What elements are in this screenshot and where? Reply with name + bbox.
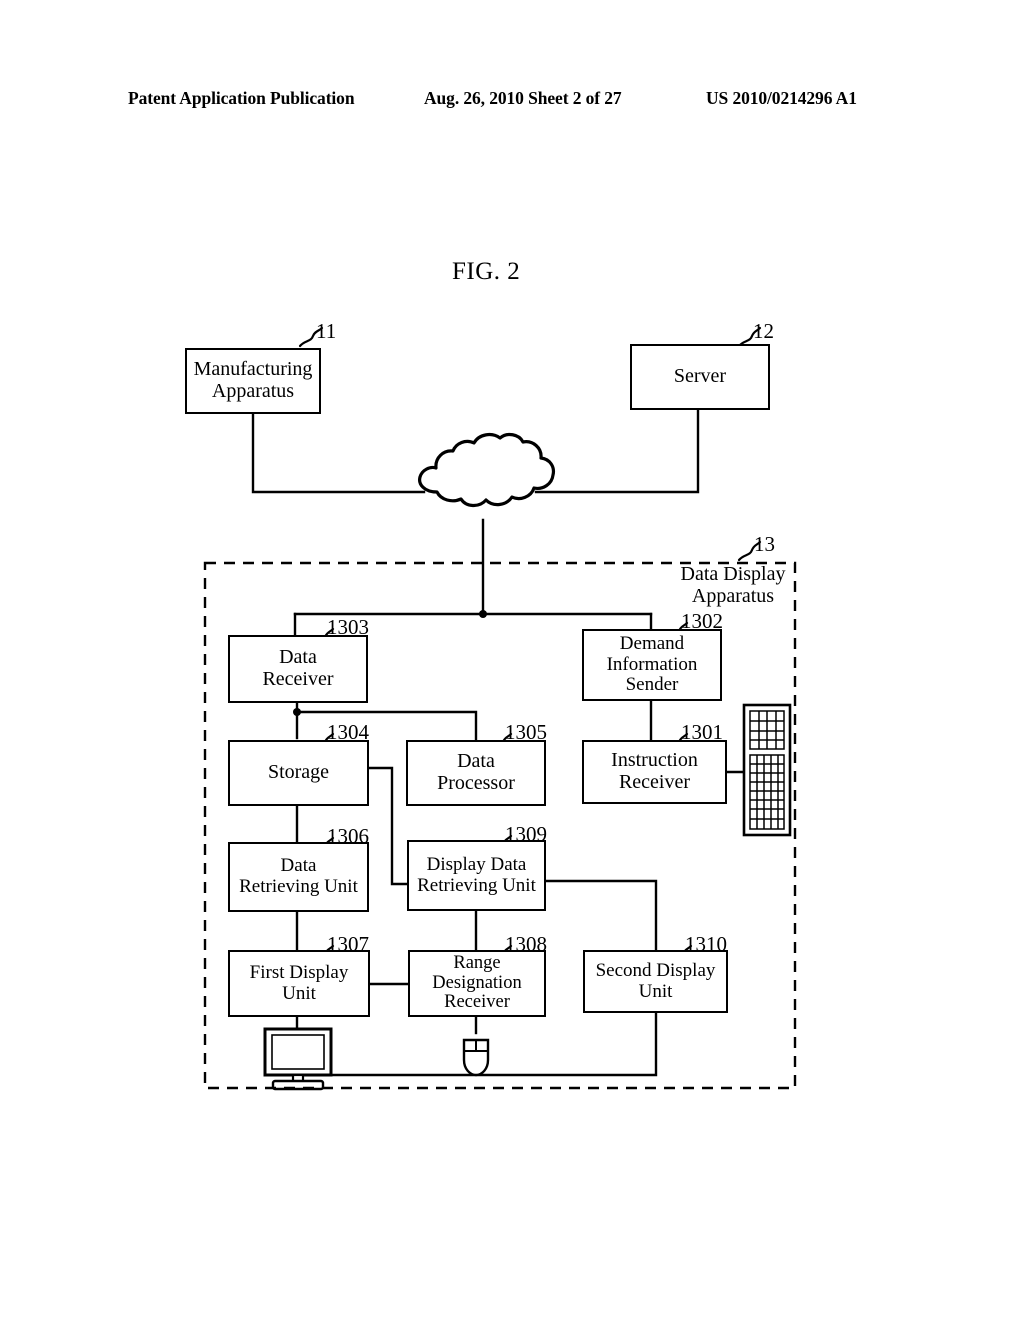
node-demand-information-sender-label: Demand Information Sender: [606, 633, 698, 696]
node-storage-label: Storage: [267, 761, 330, 784]
node-instruction-receiver[interactable]: Instruction Receiver: [582, 740, 727, 804]
ref-numeral-11: 11: [316, 319, 337, 343]
node-data-retrieving-unit-label: Data Retrieving Unit: [239, 855, 358, 897]
data-display-apparatus-label: Data Display Apparatus: [680, 563, 786, 608]
node-second-display-unit-label: Second Display Unit: [595, 959, 716, 1002]
node-display-data-retrieving-unit-label: Display Data Retrieving Unit: [417, 853, 536, 896]
node-data-processor-label: Data Processor: [437, 750, 515, 794]
patent-figure-page: Patent Application Publication Aug. 26, …: [0, 0, 1024, 1320]
ref-numeral-12: 12: [753, 319, 774, 343]
node-server[interactable]: Server: [630, 344, 770, 410]
node-manufacturing-apparatus-label: Manufacturing Apparatus: [193, 358, 313, 402]
diagram-linework: [203, 326, 797, 1091]
node-instruction-receiver-label: Instruction Receiver: [611, 749, 698, 793]
node-first-display-unit-label: First Display Unit: [249, 961, 349, 1004]
keyboard-icon: [742, 703, 792, 837]
node-second-display-unit[interactable]: Second Display Unit: [583, 950, 728, 1013]
node-demand-information-sender[interactable]: Demand Information Sender: [582, 629, 722, 701]
node-data-processor[interactable]: Data Processor: [406, 740, 546, 806]
node-storage[interactable]: Storage: [228, 740, 369, 806]
mouse-icon: [462, 1038, 490, 1077]
cloud-icon: [418, 432, 556, 508]
node-manufacturing-apparatus[interactable]: Manufacturing Apparatus: [185, 348, 321, 414]
node-range-designation-receiver-label: Range Designation Receiver: [432, 952, 522, 1013]
node-display-data-retrieving-unit[interactable]: Display Data Retrieving Unit: [407, 840, 546, 911]
node-first-display-unit[interactable]: First Display Unit: [228, 950, 370, 1017]
node-data-receiver-label: Data Receiver: [262, 646, 334, 690]
node-server-label: Server: [673, 365, 727, 388]
node-data-receiver[interactable]: Data Receiver: [228, 635, 368, 703]
ref-numeral-13: 13: [754, 532, 775, 556]
monitor-icon: [263, 1027, 333, 1091]
node-data-retrieving-unit[interactable]: Data Retrieving Unit: [228, 842, 369, 912]
node-range-designation-receiver[interactable]: Range Designation Receiver: [408, 950, 546, 1017]
